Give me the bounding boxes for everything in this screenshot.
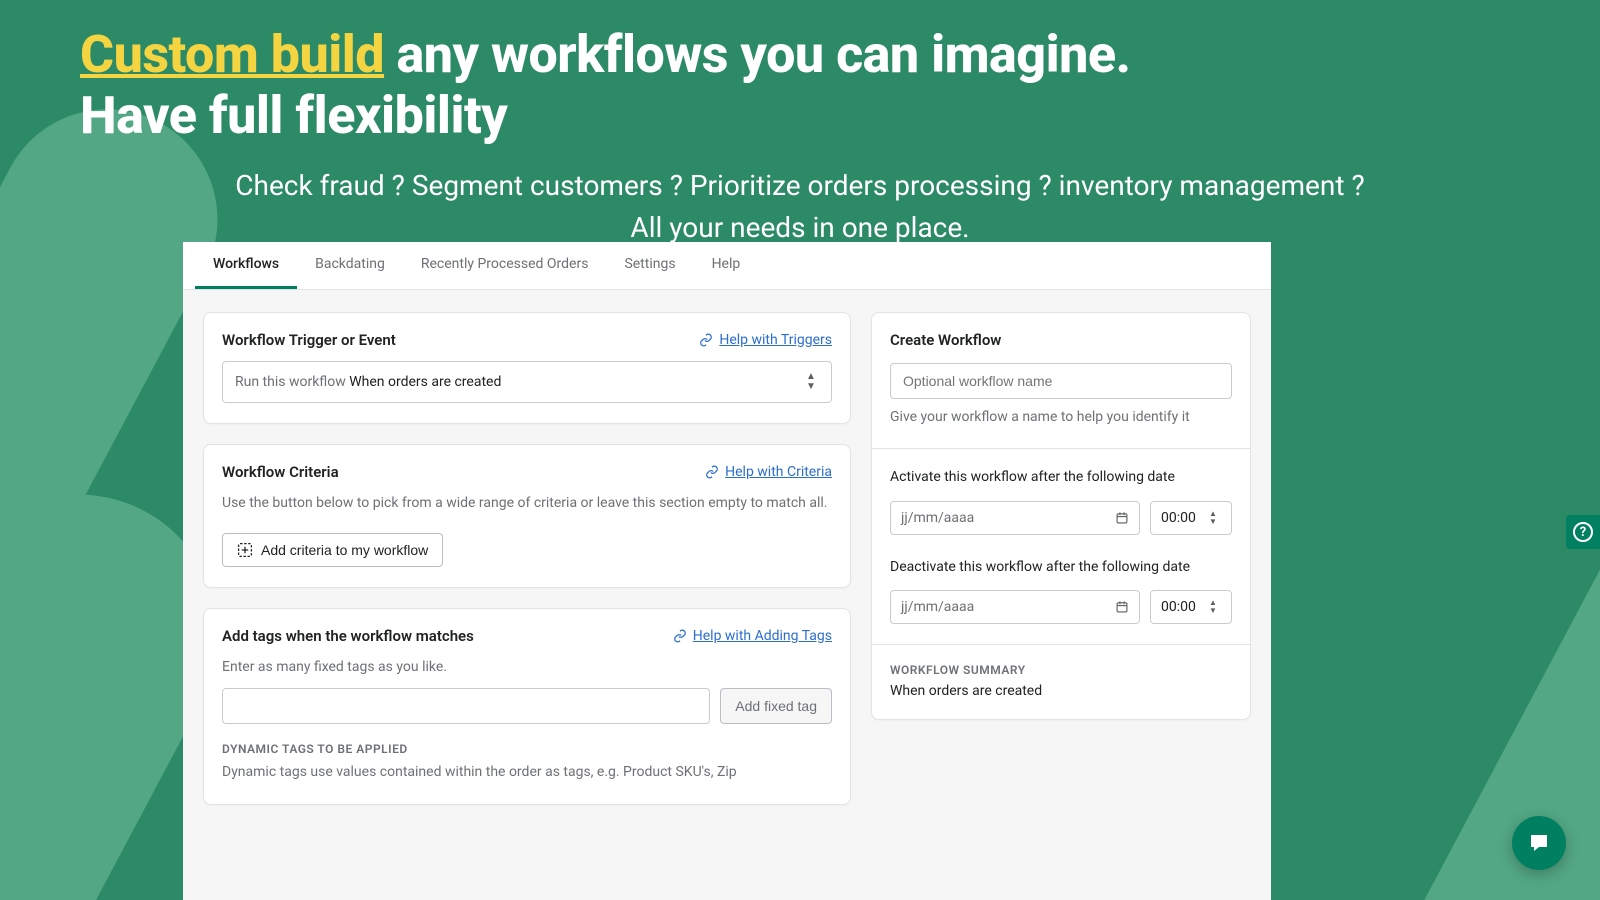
dynamic-tags-heading: DYNAMIC TAGS TO BE APPLIED: [222, 742, 832, 756]
chevron-updown-icon: [1205, 599, 1221, 615]
workflow-name-input[interactable]: [890, 363, 1232, 399]
trigger-select[interactable]: Run this workflow When orders are create…: [222, 361, 832, 403]
decorative-ribbon: [1323, 296, 1600, 900]
tab-bar: Workflows Backdating Recently Processed …: [183, 242, 1271, 290]
side-column: Create Workflow Give your workflow a nam…: [871, 312, 1251, 720]
trigger-title: Workflow Trigger or Event: [222, 331, 396, 349]
tab-settings[interactable]: Settings: [606, 242, 693, 289]
tab-recently-processed[interactable]: Recently Processed Orders: [403, 242, 607, 289]
calendar-icon: [1115, 511, 1129, 525]
headline-title: Custom build any workflows you can imagi…: [80, 24, 1520, 147]
fixed-tag-input[interactable]: [222, 688, 710, 724]
tags-title: Add tags when the workflow matches: [222, 627, 474, 645]
deactivate-time-input[interactable]: 00:00: [1150, 590, 1232, 624]
tab-backdating[interactable]: Backdating: [297, 242, 403, 289]
chevron-updown-icon: [1205, 510, 1221, 526]
tags-description: Enter as many fixed tags as you like.: [222, 657, 832, 679]
link-icon: [705, 465, 719, 479]
chevron-updown-icon: [803, 372, 819, 392]
help-triggers-link[interactable]: Help with Triggers: [699, 332, 832, 348]
activate-label: Activate this workflow after the followi…: [890, 467, 1232, 489]
tags-card: Add tags when the workflow matches Help …: [203, 608, 851, 805]
headline-subtitle: Check fraud ? Segment customers ? Priori…: [80, 165, 1520, 249]
tab-help[interactable]: Help: [694, 242, 759, 289]
activate-time-input[interactable]: 00:00: [1150, 501, 1232, 535]
criteria-description: Use the button below to pick from a wide…: [222, 493, 832, 515]
dynamic-tags-description: Dynamic tags use values contained within…: [222, 762, 832, 784]
criteria-card: Workflow Criteria Help with Criteria Use…: [203, 444, 851, 588]
help-criteria-link[interactable]: Help with Criteria: [705, 464, 832, 480]
workflow-name-note: Give your workflow a name to help you id…: [890, 407, 1232, 428]
deactivate-date-input[interactable]: jj/mm/aaaa: [890, 590, 1140, 624]
marketing-headline: Custom build any workflows you can imagi…: [0, 0, 1600, 249]
add-fixed-tag-button[interactable]: Add fixed tag: [720, 688, 832, 724]
trigger-card: Workflow Trigger or Event Help with Trig…: [203, 312, 851, 424]
app-window: Workflows Backdating Recently Processed …: [183, 242, 1271, 900]
criteria-title: Workflow Criteria: [222, 463, 339, 481]
headline-accent: Custom build: [80, 24, 384, 85]
create-workflow-title: Create Workflow: [890, 331, 1232, 349]
tab-workflows[interactable]: Workflows: [195, 242, 297, 289]
link-icon: [673, 629, 687, 643]
add-icon: [237, 542, 253, 558]
calendar-icon: [1115, 600, 1129, 614]
deactivate-label: Deactivate this workflow after the follo…: [890, 557, 1232, 579]
create-workflow-card: Create Workflow Give your workflow a nam…: [871, 312, 1251, 720]
question-icon: ?: [1573, 522, 1593, 542]
chat-fab[interactable]: [1512, 816, 1566, 870]
help-tags-link[interactable]: Help with Adding Tags: [673, 628, 832, 644]
activate-date-input[interactable]: jj/mm/aaaa: [890, 501, 1140, 535]
add-criteria-button[interactable]: Add criteria to my workflow: [222, 533, 443, 567]
summary-line: When orders are created: [890, 683, 1232, 699]
content-area: Workflow Trigger or Event Help with Trig…: [183, 290, 1271, 827]
main-column: Workflow Trigger or Event Help with Trig…: [203, 312, 851, 805]
help-side-button[interactable]: ?: [1566, 515, 1600, 549]
summary-heading: WORKFLOW SUMMARY: [890, 663, 1232, 677]
chat-icon: [1527, 831, 1551, 855]
link-icon: [699, 333, 713, 347]
